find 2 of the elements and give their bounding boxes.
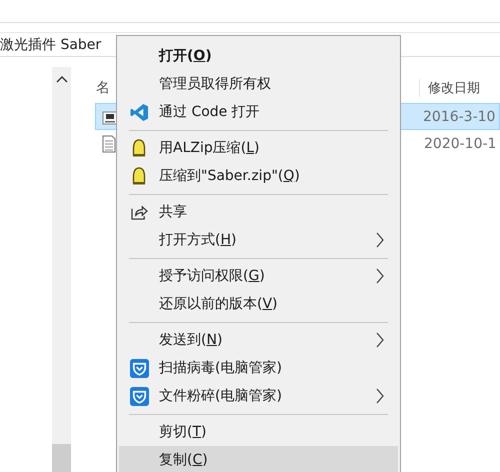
date-cell-text: 2016-3-10: [423, 108, 496, 124]
date-cell-text: 2020-10-1: [424, 136, 498, 152]
